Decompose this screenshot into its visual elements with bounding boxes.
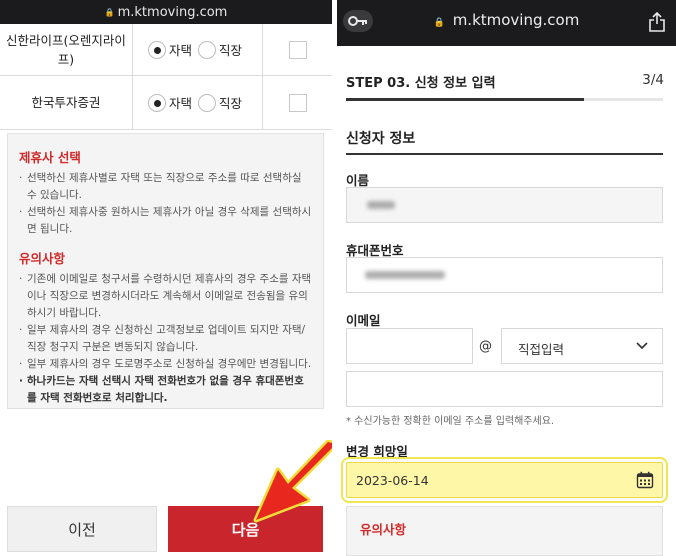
- email-domain-value: 직접입력: [518, 342, 565, 357]
- list-item: 일부 제휴사의 경우 도로명주소로 신청하실 경우에만 변경됩니다.: [19, 356, 313, 373]
- notice-box: 제휴사 선택 선택하신 제휴사별로 자택 또는 직장으로 주소를 따로 선택하실…: [7, 133, 324, 409]
- address-url: m.ktmoving.com: [117, 4, 228, 20]
- radio-home[interactable]: 자택: [148, 93, 192, 112]
- radio-work[interactable]: 직장: [198, 93, 242, 112]
- lock-icon: 🔒: [433, 18, 445, 28]
- browser-address-bar[interactable]: 🔒 m.ktmoving.com: [0, 0, 332, 24]
- step-title: STEP 03. 신청 정보 입력: [346, 76, 496, 91]
- next-button[interactable]: 다음: [168, 506, 323, 552]
- radio-dot-icon: [198, 93, 217, 112]
- left-screenshot: 🔒 m.ktmoving.com 신한라이프(오렌지라이프) 자택 직장 한국투…: [0, 0, 332, 556]
- list-item: 선택하신 제휴사중 원하시는 제휴사가 아닐 경우 삭제를 선택하시면 됩니다.: [19, 204, 313, 238]
- notice-box: 유의사항: [346, 506, 663, 556]
- radio-dot-icon: [148, 93, 166, 112]
- radio-work[interactable]: 직장: [198, 40, 242, 59]
- table-row: 신한라이프(오렌지라이프) 자택 직장: [0, 24, 332, 76]
- address-url-wrap[interactable]: 🔒 m.ktmoving.com: [337, 11, 676, 29]
- notice-list-caution: 기존에 이메일로 청구서를 수령하시던 제휴사의 경우 주소를 자택이나 직장으…: [19, 271, 313, 407]
- partner-name: 신한라이프(오렌지라이프): [0, 24, 133, 75]
- list-item: 선택하신 제휴사별로 자택 또는 직장으로 주소를 따로 선택하실 수 있습니다…: [19, 170, 313, 204]
- step-count: 3/4: [642, 72, 664, 88]
- radio-label: 자택: [169, 43, 193, 58]
- change-date-input[interactable]: 2023-06-14: [346, 462, 663, 498]
- email-hint: * 수신가능한 정확한 이메일 주소를 입력해주세요.: [346, 416, 555, 427]
- delete-checkbox[interactable]: [288, 93, 307, 112]
- email-at-sign: @: [479, 339, 492, 354]
- radio-home[interactable]: 자택: [148, 40, 192, 59]
- step-progress-bar: [346, 98, 663, 101]
- masked-value: [367, 201, 395, 209]
- email-domain-input[interactable]: [346, 371, 663, 407]
- radio-dot-icon: [198, 40, 217, 59]
- calendar-icon[interactable]: [636, 471, 654, 489]
- masked-value: [365, 271, 445, 279]
- address-type-options: 자택 직장: [133, 76, 263, 129]
- section-title: 신청자 정보: [346, 131, 416, 147]
- date-value: 2023-06-14: [356, 473, 429, 488]
- list-item: 하나카드는 자택 선택시 자택 전화번호가 없을 경우 휴대폰번호를 자택 전화…: [19, 373, 313, 407]
- radio-label: 직장: [219, 96, 243, 111]
- partner-address-table: 신한라이프(오렌지라이프) 자택 직장 한국투자증권 자택 직장: [0, 24, 332, 130]
- section-rule: [346, 153, 663, 155]
- list-item: 일부 제휴사의 경우 신청하신 고객정보로 업데이트 되지만 자택/직장 청구지…: [19, 322, 313, 356]
- step-progress-fill: [346, 98, 584, 101]
- notice-heading: 유의사항: [360, 522, 407, 537]
- email-label: 이메일: [346, 313, 381, 328]
- delete-checkbox[interactable]: [288, 40, 307, 59]
- name-input[interactable]: [346, 187, 663, 223]
- right-screenshot: 🔒 m.ktmoving.com STEP 03. 신청 정보 입력 3/4 신…: [337, 0, 676, 556]
- delete-cell: [263, 76, 332, 129]
- table-row: 한국투자증권 자택 직장: [0, 76, 332, 130]
- notice-heading-partner: 제휴사 선택: [19, 150, 81, 165]
- radio-label: 직장: [219, 43, 243, 58]
- phone-input[interactable]: [346, 257, 663, 293]
- share-icon[interactable]: [648, 12, 666, 32]
- partner-name: 한국투자증권: [0, 76, 133, 129]
- browser-address-bar: 🔒 m.ktmoving.com: [337, 0, 676, 46]
- delete-cell: [263, 24, 332, 75]
- notice-heading-caution: 유의사항: [19, 251, 66, 266]
- email-id-input[interactable]: [346, 328, 473, 364]
- email-domain-select[interactable]: 직접입력: [501, 328, 663, 364]
- radio-dot-icon: [148, 40, 166, 59]
- address-type-options: 자택 직장: [133, 24, 263, 75]
- address-url: m.ktmoving.com: [452, 11, 580, 29]
- lock-icon: 🔒: [104, 7, 115, 17]
- notice-list-partner: 선택하신 제휴사별로 자택 또는 직장으로 주소를 따로 선택하실 수 있습니다…: [19, 170, 313, 238]
- prev-button[interactable]: 이전: [7, 506, 157, 552]
- list-item: 기존에 이메일로 청구서를 수령하시던 제휴사의 경우 주소를 자택이나 직장으…: [19, 271, 313, 322]
- chevron-down-icon: [636, 342, 648, 350]
- radio-label: 자택: [169, 96, 193, 111]
